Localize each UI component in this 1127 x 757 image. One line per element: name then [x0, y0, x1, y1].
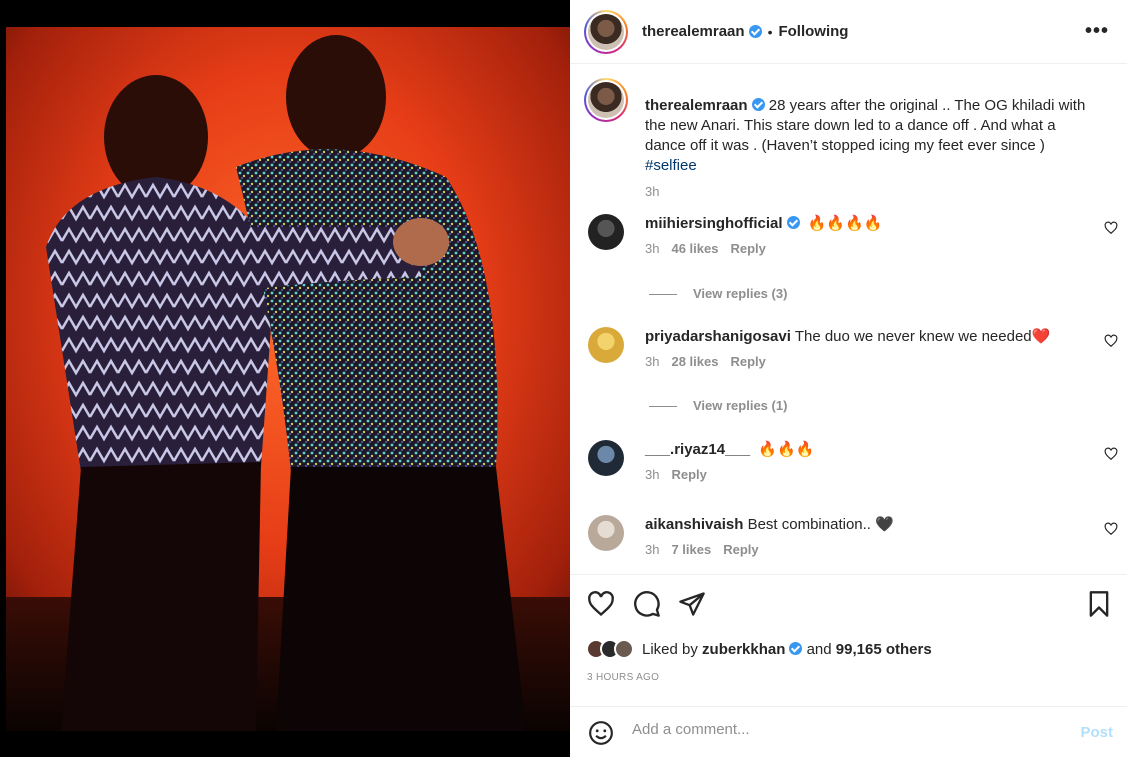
caption-timestamp[interactable]: 3h	[645, 184, 659, 199]
commenter-avatar[interactable]	[588, 327, 624, 363]
commenter-username[interactable]: aikanshivaish	[645, 516, 743, 533]
post-photo[interactable]	[6, 27, 570, 731]
reply-button[interactable]: Reply	[671, 467, 706, 482]
and-label: and	[806, 640, 832, 658]
comment-composer: Post	[570, 706, 1127, 757]
verified-badge-icon	[751, 98, 765, 111]
following-button[interactable]: Following	[778, 23, 848, 40]
comment-likes[interactable]: 28 likes	[671, 354, 718, 369]
bookmark-icon[interactable]	[1085, 590, 1113, 618]
heart-icon[interactable]	[587, 590, 615, 618]
comment-text: The duo we never knew we needed❤️	[794, 328, 1051, 345]
post-details-panel: therealemraan • Following ••• therealemr…	[570, 0, 1127, 757]
view-replies-button[interactable]: View replies (3)	[649, 286, 787, 301]
comment-meta: 3h Reply	[645, 467, 707, 482]
comment-text: 🔥🔥🔥	[758, 441, 815, 458]
comment-heart-icon[interactable]	[1104, 334, 1118, 348]
comment-meta: 3h 46 likes Reply	[645, 241, 766, 256]
comment-text: Best combination.. 🖤	[747, 516, 894, 533]
comment-time[interactable]: 3h	[645, 542, 659, 557]
reply-button[interactable]: Reply	[730, 354, 765, 369]
instagram-post-viewer: therealemraan • Following ••• therealemr…	[0, 0, 1127, 757]
comment-meta: 3h 7 likes Reply	[645, 542, 759, 557]
liked-by-label: Liked by	[642, 640, 698, 658]
post-timestamp[interactable]: 3 HOURS AGO	[587, 672, 659, 683]
action-bar	[570, 574, 1127, 634]
comment-time[interactable]: 3h	[645, 467, 659, 482]
caption-hashtag[interactable]: #selfiee	[645, 157, 697, 174]
comment-icon[interactable]	[633, 590, 661, 618]
smile-icon[interactable]	[588, 720, 614, 746]
comment-meta: 3h 28 likes Reply	[645, 354, 766, 369]
send-icon[interactable]	[678, 590, 706, 618]
comment-heart-icon[interactable]	[1104, 447, 1118, 461]
caption-username[interactable]: therealemraan	[645, 97, 748, 114]
commenter-username[interactable]: priyadarshanigosavi	[645, 328, 791, 345]
likes-summary: Liked by zuberkkhan and 99,165 others	[586, 636, 932, 662]
liker-avatar[interactable]	[614, 639, 634, 659]
verified-badge-icon	[748, 25, 762, 38]
photo-area	[0, 0, 570, 757]
author-avatar[interactable]	[584, 9, 628, 54]
comment-input[interactable]	[632, 721, 1052, 738]
comment-likes[interactable]: 46 likes	[671, 241, 718, 256]
comment-time[interactable]: 3h	[645, 354, 659, 369]
commenter-avatar[interactable]	[588, 440, 624, 476]
liked-by-user[interactable]: zuberkkhan	[702, 641, 785, 658]
comment-time[interactable]: 3h	[645, 241, 659, 256]
more-options-icon[interactable]: •••	[1085, 20, 1109, 43]
reply-button[interactable]: Reply	[730, 241, 765, 256]
author-username[interactable]: therealemraan	[642, 23, 745, 40]
comment-likes[interactable]: 7 likes	[671, 542, 711, 557]
caption-text: therealemraan 28 years after the origina…	[645, 96, 1100, 176]
separator-dot: •	[767, 23, 773, 40]
verified-badge-icon	[786, 216, 800, 229]
post-comment-button[interactable]: Post	[1080, 724, 1113, 741]
comment-heart-icon[interactable]	[1104, 221, 1118, 235]
comment-text: 🔥🔥🔥🔥	[807, 215, 883, 232]
caption-author-avatar[interactable]	[584, 78, 628, 122]
comment-heart-icon[interactable]	[1104, 522, 1118, 536]
post-header: therealemraan • Following •••	[570, 0, 1127, 64]
commenter-avatar[interactable]	[588, 214, 624, 250]
reply-button[interactable]: Reply	[723, 542, 758, 557]
commenter-username[interactable]: miihiersinghofficial	[645, 215, 783, 232]
others-count[interactable]: 99,165 others	[836, 641, 932, 658]
view-replies-button[interactable]: View replies (1)	[649, 398, 787, 413]
author-avatar-image	[588, 13, 624, 50]
comments-feed[interactable]: therealemraan 28 years after the origina…	[570, 64, 1127, 574]
commenter-username[interactable]: ___.riyaz14___	[645, 441, 750, 458]
verified-badge-icon	[789, 641, 803, 655]
post-photo-image	[6, 27, 570, 731]
commenter-avatar[interactable]	[588, 515, 624, 551]
